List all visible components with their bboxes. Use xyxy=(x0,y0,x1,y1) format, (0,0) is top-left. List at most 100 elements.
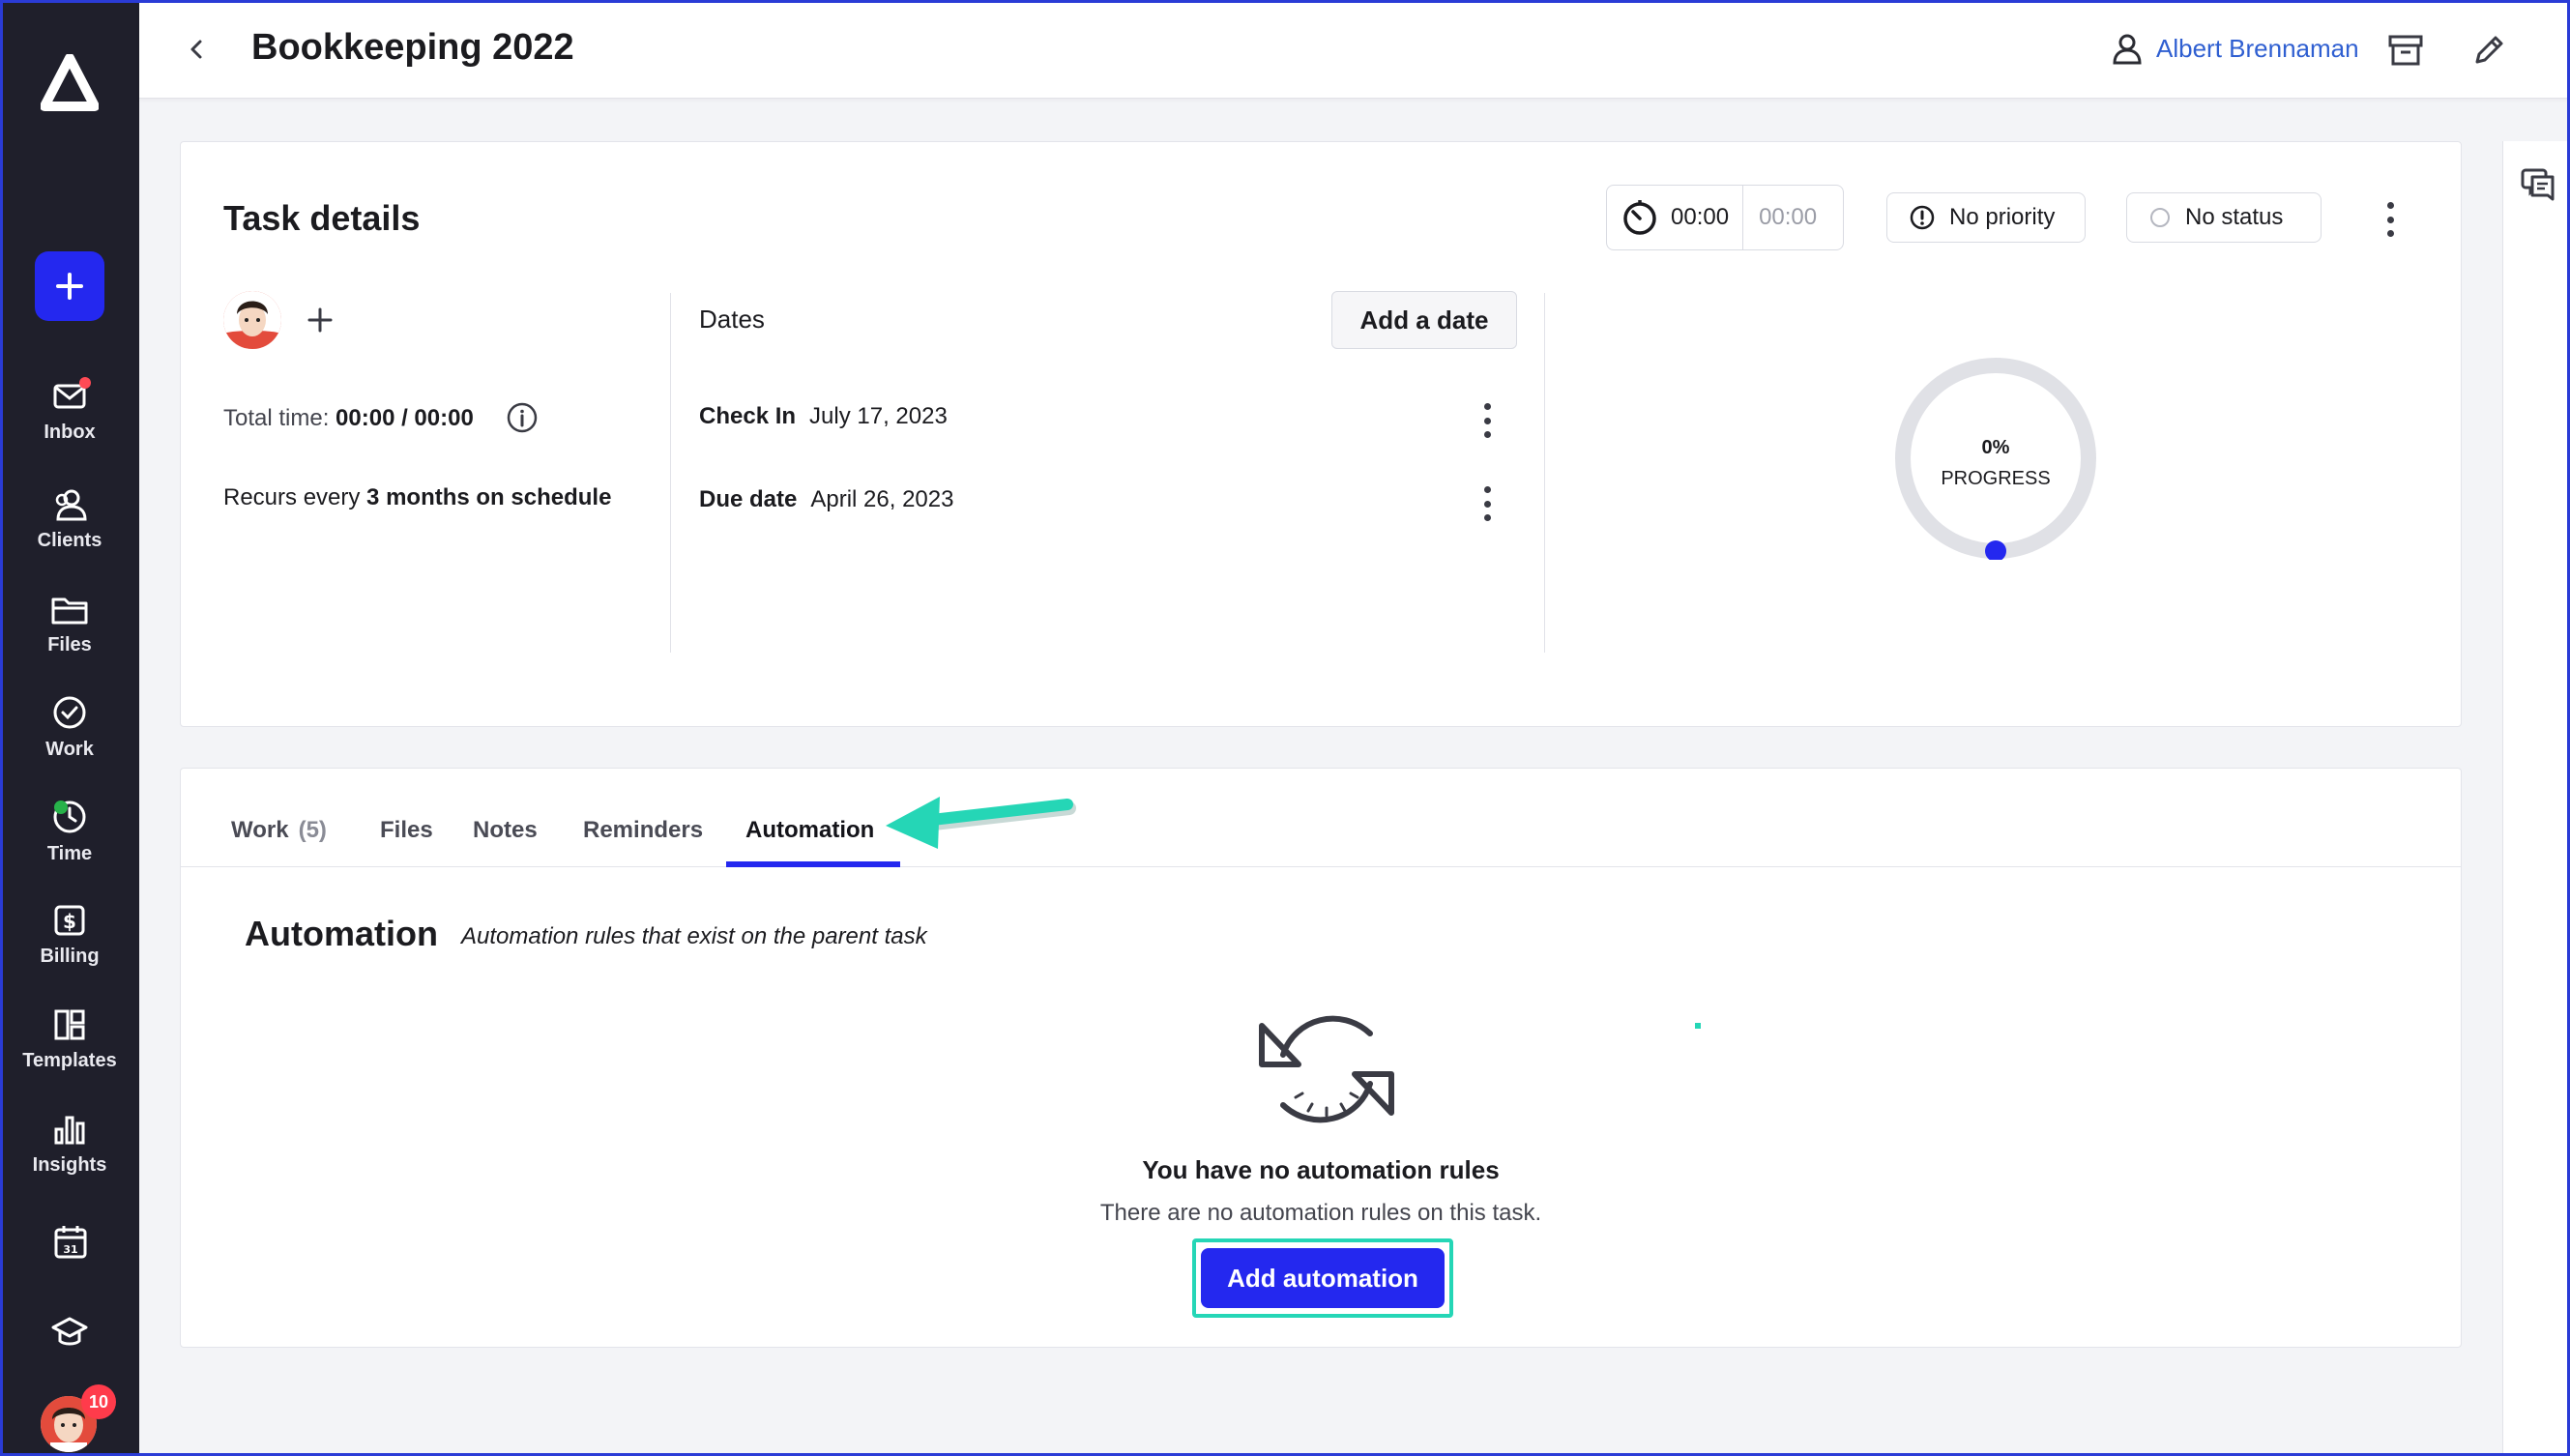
notification-badge: 10 xyxy=(81,1384,116,1419)
automation-subtitle: Automation rules that exist on the paren… xyxy=(461,923,927,949)
date-row-check-in: Check In July 17, 2023 xyxy=(699,403,948,430)
tab-notes[interactable]: Notes xyxy=(473,817,538,844)
due-date-more-menu-icon[interactable] xyxy=(1482,486,1492,521)
sidebar-item-label: Inbox xyxy=(44,422,96,443)
dollar-icon: $ xyxy=(54,905,85,936)
add-automation-button[interactable]: Add automation xyxy=(1201,1248,1445,1308)
add-automation-highlight: Add automation xyxy=(1192,1238,1453,1318)
dates-heading: Dates xyxy=(699,305,765,334)
annotation-arrow-icon xyxy=(886,797,1076,849)
tab-reminders[interactable]: Reminders xyxy=(583,817,703,844)
date-row-due-date: Due date April 26, 2023 xyxy=(699,486,953,513)
status-label: No status xyxy=(2185,204,2284,230)
task-details-card: Task details 00:00 00:00 No priority No … xyxy=(180,141,2462,727)
progress-value: 0% xyxy=(1981,437,2010,458)
edit-pencil-icon[interactable] xyxy=(2469,31,2508,70)
sidebar-item-time[interactable]: Time xyxy=(0,799,139,865)
right-panel-rail xyxy=(2502,141,2570,1456)
progress-label: PROGRESS xyxy=(1941,468,2051,489)
date-label: Check In xyxy=(699,403,797,429)
status-circle-icon xyxy=(2150,208,2170,227)
add-date-button[interactable]: Add a date xyxy=(1331,291,1517,349)
timer-estimate[interactable]: 00:00 xyxy=(1743,204,1832,231)
check-in-more-menu-icon[interactable] xyxy=(1482,403,1492,438)
unread-indicator xyxy=(79,377,91,389)
tab-label: Work xyxy=(231,817,289,843)
task-tabs-card: Work (5) Files Notes Reminders Automation… xyxy=(180,768,2462,1348)
priority-label: No priority xyxy=(1949,204,2056,230)
add-assignee-plus-icon[interactable] xyxy=(305,305,336,335)
task-details-title: Task details xyxy=(223,198,421,238)
timer-control[interactable]: 00:00 00:00 xyxy=(1606,185,1844,250)
empty-state-title: You have no automation rules xyxy=(1142,1155,1500,1184)
sidebar-item-label: Templates xyxy=(22,1050,117,1071)
page-title: Bookkeeping 2022 xyxy=(251,27,574,68)
recurs-prefix: Recurs every xyxy=(223,484,361,510)
assignee-avatar[interactable] xyxy=(223,291,281,349)
sidebar-item-clients[interactable]: Clients xyxy=(0,487,139,552)
svg-text:$: $ xyxy=(63,910,76,933)
sidebar-item-work[interactable]: Work xyxy=(0,694,139,761)
task-more-menu-icon[interactable] xyxy=(2385,202,2395,237)
recurs-value: 3 months on schedule xyxy=(366,484,612,510)
archive-icon[interactable] xyxy=(2386,31,2425,70)
academy-icon[interactable] xyxy=(50,1315,89,1350)
check-circle-icon xyxy=(53,696,86,729)
date-value: April 26, 2023 xyxy=(810,486,954,512)
templates-icon xyxy=(54,1009,85,1040)
bar-chart-icon xyxy=(54,1116,85,1145)
tab-bar: Work (5) Files Notes Reminders Automation xyxy=(181,769,2461,867)
svg-text:31: 31 xyxy=(63,1243,77,1256)
sidebar-item-files[interactable]: Files xyxy=(0,594,139,656)
app-logo-icon[interactable] xyxy=(41,54,99,112)
recurrence-row: Recurs every 3 months on schedule xyxy=(223,484,611,511)
task-owner-link[interactable]: Albert Brennaman xyxy=(2110,31,2359,66)
total-time-row: Total time: 00:00 / 00:00 xyxy=(223,405,474,432)
annotation-dot xyxy=(1695,1023,1701,1029)
calendar-icon[interactable]: 31 xyxy=(52,1224,89,1261)
total-time-label: Total time: xyxy=(223,405,330,431)
stopwatch-icon xyxy=(1623,200,1656,235)
active-tab-indicator xyxy=(726,861,900,867)
sidebar-item-templates[interactable]: Templates xyxy=(0,1007,139,1072)
progress-readout: 0% PROGRESS xyxy=(1894,432,2097,494)
date-value: July 17, 2023 xyxy=(809,403,948,429)
sidebar-item-billing[interactable]: $ Billing xyxy=(0,903,139,968)
empty-state-subtitle: There are no automation rules on this ta… xyxy=(1099,1200,1542,1226)
sidebar-item-inbox[interactable]: Inbox xyxy=(0,379,139,444)
back-arrow-icon[interactable] xyxy=(182,35,211,64)
sync-refresh-icon xyxy=(1259,1015,1394,1123)
automation-title: Automation xyxy=(245,914,438,953)
sidebar-item-label: Files xyxy=(47,634,92,655)
sidebar-item-label: Insights xyxy=(32,1154,107,1176)
priority-selector[interactable]: No priority xyxy=(1886,192,2086,243)
column-divider xyxy=(670,293,671,653)
sidebar-item-label: Work xyxy=(45,739,94,760)
new-item-button[interactable] xyxy=(35,251,104,321)
column-divider xyxy=(1544,293,1545,653)
sidebar-item-label: Time xyxy=(46,843,93,864)
page-header: Bookkeeping 2022 Albert Brennaman xyxy=(139,0,2570,99)
info-icon[interactable] xyxy=(506,401,539,434)
sidebar-item-insights[interactable]: Insights xyxy=(0,1112,139,1177)
tab-work[interactable]: Work (5) xyxy=(231,817,327,844)
tab-files[interactable]: Files xyxy=(380,817,433,844)
timer-current: 00:00 xyxy=(1671,204,1730,230)
owner-name: Albert Brennaman xyxy=(2156,33,2359,63)
sidebar: Inbox Clients Files Work Time $ Billing … xyxy=(0,0,139,1456)
tab-count: (5) xyxy=(298,817,327,843)
tab-automation[interactable]: Automation xyxy=(745,817,874,844)
users-icon xyxy=(55,489,87,521)
status-selector[interactable]: No status xyxy=(2126,192,2322,243)
timer-running-indicator xyxy=(54,801,68,814)
date-label: Due date xyxy=(699,486,798,512)
comments-icon[interactable] xyxy=(2519,164,2557,203)
sidebar-item-label: Clients xyxy=(37,530,102,551)
folder-icon xyxy=(51,597,88,625)
user-icon xyxy=(2113,34,2142,65)
timer-start[interactable]: 00:00 xyxy=(1607,186,1744,249)
total-time-value: 00:00 / 00:00 xyxy=(336,405,474,431)
alert-circle-icon xyxy=(1910,205,1935,230)
sidebar-item-label: Billing xyxy=(40,946,100,967)
plus-icon xyxy=(56,273,83,300)
